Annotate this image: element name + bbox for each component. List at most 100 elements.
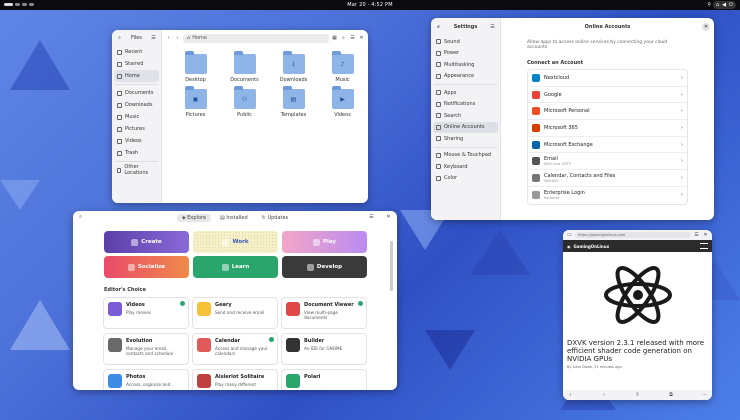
system-menu[interactable]: ⚲ ⌂ ◀ ⏻ xyxy=(707,1,736,9)
folder-pictures[interactable]: ▣ Pictures xyxy=(171,86,220,118)
app-card-evolution[interactable]: Evolution Manage your email, contacts and… xyxy=(103,333,189,365)
search-icon[interactable]: ⌕ xyxy=(77,214,84,221)
sidebar-item-trash[interactable]: Trash xyxy=(114,147,159,159)
sidebar-item-pictures[interactable]: Pictures xyxy=(114,123,159,135)
sidebar-item-multitasking[interactable]: Multitasking xyxy=(433,59,498,71)
apps-icon xyxy=(436,90,441,96)
account-row-calendar-contacts-and-files[interactable]: Calendar, Contacts and Files WebDAV › xyxy=(528,170,687,187)
category-work[interactable]: Work xyxy=(193,231,278,253)
app-card-aisleriot-solitaire[interactable]: Aisleriot Solitaire Play many different xyxy=(192,369,278,390)
sidebar-item-documents[interactable]: Documents xyxy=(114,87,159,99)
sidebar-item-sharing[interactable]: Sharing xyxy=(433,133,498,145)
close-icon[interactable]: ✕ xyxy=(358,35,365,42)
appearance-icon xyxy=(436,73,441,79)
clock[interactable]: Mar 20 · 4:52 PM xyxy=(0,2,740,8)
close-icon[interactable]: ✕ xyxy=(702,23,710,31)
forward-icon[interactable]: › xyxy=(174,35,181,42)
tabs-icon[interactable]: ⧉ xyxy=(668,392,675,399)
tab-updates[interactable]: ↻ Updates xyxy=(257,214,294,222)
sidebar-item-other-locations[interactable]: Other Locations xyxy=(114,164,159,176)
view-options-icon[interactable]: ▦ xyxy=(331,35,338,42)
scrollbar[interactable] xyxy=(390,241,393,291)
sidebar-item-downloads[interactable]: Downloads xyxy=(114,99,159,111)
category-develop[interactable]: Develop xyxy=(282,256,367,278)
share-icon[interactable]: ⇧ xyxy=(634,392,641,399)
back-icon[interactable]: ‹ xyxy=(165,35,172,42)
sidebar-item-apps[interactable]: Apps xyxy=(433,87,498,99)
sidebar-item-online-accounts[interactable]: Online Accounts xyxy=(433,121,498,133)
search-icon[interactable]: ⌕ xyxy=(340,35,347,42)
path-bar[interactable]: ⌂ Home xyxy=(183,33,329,43)
account-row-google[interactable]: Google › xyxy=(528,87,687,104)
url-bar[interactable]: https://gamingonlinux.com xyxy=(575,232,691,238)
search-icon[interactable]: ⌕ xyxy=(435,24,442,31)
sidebar-item-mouse-touchpad[interactable]: Mouse & Touchpad xyxy=(433,150,498,162)
tab-installed[interactable]: ▤ Installed xyxy=(215,214,253,222)
menu-icon[interactable]: ☰ xyxy=(489,24,496,31)
chevron-right-icon: › xyxy=(681,91,683,98)
tab-explore[interactable]: ◈ Explore xyxy=(176,214,212,222)
sidebar-item-starred[interactable]: Starred xyxy=(114,58,159,70)
app-card-builder[interactable]: Builder An IDE for GNOME xyxy=(281,333,367,365)
app-card-polari[interactable]: Polari xyxy=(281,369,367,390)
folder-templates[interactable]: ▤ Templates xyxy=(269,86,318,118)
sidebar-item-videos[interactable]: Videos xyxy=(114,135,159,147)
folder-icon xyxy=(184,51,207,74)
category-play[interactable]: Play xyxy=(282,231,367,253)
sidebar-item-keyboard[interactable]: Keyboard xyxy=(433,161,498,173)
sidebar-item-music[interactable]: Music xyxy=(114,111,159,123)
sidebar-item-power[interactable]: Power xyxy=(433,48,498,60)
app-card-photos[interactable]: Photos Access, organize and xyxy=(103,369,189,390)
sound-icon xyxy=(436,39,441,45)
app-card-videos[interactable]: Videos Play movies xyxy=(103,297,189,329)
installed-check-icon xyxy=(358,301,363,306)
aisleriot-solitaire-icon xyxy=(197,374,211,388)
article-headline[interactable]: DXVK version 2.3.1 released with more ef… xyxy=(563,337,712,365)
folder-label: Documents xyxy=(230,77,259,83)
app-card-document-viewer[interactable]: Document Viewer View multi-page documents xyxy=(281,297,367,329)
account-row-microsoft-personal[interactable]: Microsoft Personal › xyxy=(528,103,687,121)
sidebar-item-recent[interactable]: Recent xyxy=(114,46,159,58)
tabs-icon[interactable]: ▭ xyxy=(566,232,573,239)
app-card-calendar[interactable]: Calendar Access and manage your calendars xyxy=(192,333,278,365)
sidebar-item-sound[interactable]: Sound xyxy=(433,36,498,48)
account-row-nextcloud[interactable]: Nextcloud › xyxy=(528,70,687,87)
category-create[interactable]: Create xyxy=(104,231,189,253)
sidebar-item-search[interactable]: Search xyxy=(433,110,498,122)
folder-videos[interactable]: ▶ Videos xyxy=(318,86,367,118)
more-icon[interactable]: ⋯ xyxy=(701,392,708,399)
folder-downloads[interactable]: ⤓ Downloads xyxy=(269,51,318,83)
search-icon[interactable]: ⌕ xyxy=(116,35,123,42)
category-socialize[interactable]: Socialize xyxy=(104,256,189,278)
keyboard-icon xyxy=(436,164,441,170)
menu-icon[interactable]: ☰ xyxy=(150,35,157,42)
forward-icon[interactable]: › xyxy=(601,392,608,399)
folder-label: Templates xyxy=(280,112,307,118)
hamburger-icon[interactable] xyxy=(700,243,708,249)
folder-public[interactable]: ⚇ Public xyxy=(220,86,269,118)
menu-icon[interactable]: ☰ xyxy=(349,35,356,42)
accessibility-icon[interactable]: ⚲ xyxy=(707,2,711,8)
app-card-geary[interactable]: Geary Send and receive email xyxy=(192,297,278,329)
sidebar-item-appearance[interactable]: Appearance xyxy=(433,71,498,83)
evolution-icon xyxy=(108,338,122,352)
folder-label: Public xyxy=(237,112,252,118)
folder-music[interactable]: ♪ Music xyxy=(318,51,367,83)
menu-icon[interactable]: ☰ xyxy=(693,232,700,239)
color-icon xyxy=(436,175,441,181)
sidebar-item-home[interactable]: Home xyxy=(114,70,159,82)
account-row-email[interactable]: Email IMAP and SMTP › xyxy=(528,153,687,171)
account-row-enterprise-login[interactable]: Enterprise Login Kerberos › xyxy=(528,187,687,204)
microsoft-personal-icon xyxy=(532,107,540,116)
close-icon[interactable]: ✕ xyxy=(702,232,709,239)
folder-documents[interactable]: Documents xyxy=(220,51,269,83)
account-row-microsoft-365[interactable]: Microsoft 365 › xyxy=(528,120,687,137)
menu-icon[interactable]: ☰ xyxy=(368,214,375,221)
sidebar-item-color[interactable]: Color xyxy=(433,173,498,185)
category-learn[interactable]: Learn xyxy=(193,256,278,278)
folder-desktop[interactable]: Desktop xyxy=(171,51,220,83)
close-icon[interactable]: ✕ xyxy=(385,214,392,221)
account-row-microsoft-exchange[interactable]: Microsoft Exchange › xyxy=(528,137,687,154)
sidebar-item-notifications[interactable]: Notifications xyxy=(433,99,498,111)
back-icon[interactable]: ‹ xyxy=(567,392,574,399)
